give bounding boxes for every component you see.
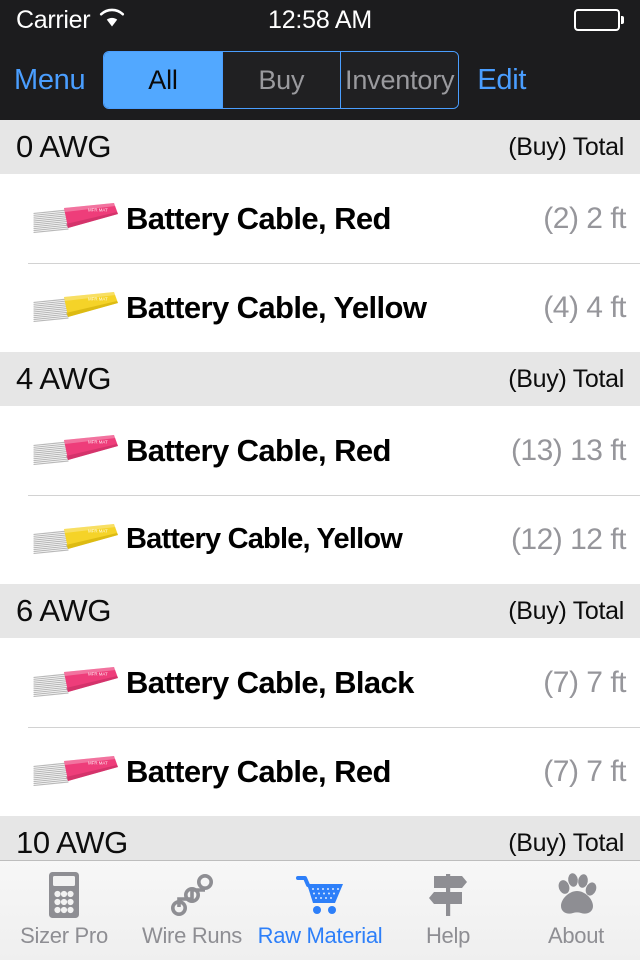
section-header: 0 AWG (Buy) Total <box>0 120 640 174</box>
tab-label: Help <box>425 923 471 948</box>
row-title: Battery Cable, Red <box>126 200 391 236</box>
menu-button[interactable]: Menu <box>14 64 86 97</box>
svg-text:MFR MAT: MFR MAT <box>88 296 108 301</box>
row-quantity: (2) 2 ft <box>543 201 626 235</box>
section-title: 4 AWG <box>16 361 112 396</box>
cable-red-icon: MFR MAT <box>28 661 122 705</box>
svg-text:MFR MAT: MFR MAT <box>88 439 108 444</box>
section-header: 4 AWG (Buy) Total <box>0 352 640 406</box>
table-row[interactable]: MFR MAT Battery Cable, Red (13) 13 ft <box>0 406 640 495</box>
tab-sizer-pro[interactable]: Sizer Pro <box>0 861 128 949</box>
section-buy-total-label: (Buy) Total <box>508 364 624 393</box>
tab-label: Sizer Pro <box>20 923 108 948</box>
section-title: 6 AWG <box>16 593 112 628</box>
filter-segmented-control[interactable]: All Buy Inventory <box>103 51 460 109</box>
cable-red-icon: MFR MAT <box>28 197 122 241</box>
segment-all[interactable]: All <box>104 52 223 108</box>
section-title: 0 AWG <box>16 129 112 164</box>
section-buy-total-label: (Buy) Total <box>508 132 624 161</box>
row-quantity: (13) 13 ft <box>510 433 627 467</box>
segment-buy[interactable]: Buy <box>222 52 341 108</box>
table-row[interactable]: MFR MAT Battery Cable, Yellow (4) 4 ft <box>0 263 640 352</box>
calculator-icon <box>38 870 90 920</box>
section-buy-total-label: (Buy) Total <box>508 596 624 625</box>
row-title: Battery Cable, Red <box>126 432 391 468</box>
cable-red-icon: MFR MAT <box>28 429 122 473</box>
section-header: 6 AWG (Buy) Total <box>0 584 640 638</box>
app-root: Carrier 12:58 AM Menu All Buy Inventory … <box>0 0 640 960</box>
tab-about[interactable]: About <box>512 861 640 949</box>
battery-full-icon <box>573 9 624 31</box>
tab-label: Raw Material <box>257 923 383 948</box>
status-bar-left: Carrier <box>16 6 125 35</box>
tab-raw-material[interactable]: Raw Material <box>256 861 384 949</box>
status-bar-right <box>573 9 624 31</box>
raw-material-list[interactable]: 0 AWG (Buy) Total MFR MAT Battery Cable, … <box>0 120 640 860</box>
section-title: 10 AWG <box>16 825 128 860</box>
section-buy-total-label: (Buy) Total <box>508 828 624 857</box>
table-row[interactable]: MFR MAT Battery Cable, Red (2) 2 ft <box>0 174 640 263</box>
edit-button[interactable]: Edit <box>477 64 526 97</box>
wire-runs-icon <box>166 870 218 920</box>
table-row[interactable]: MFR MAT Battery Cable, Yellow (12) 12 ft <box>0 495 640 584</box>
segment-inventory[interactable]: Inventory <box>341 52 459 108</box>
row-quantity: (4) 4 ft <box>543 290 626 324</box>
status-bar: Carrier 12:58 AM <box>0 0 640 40</box>
tab-help[interactable]: Help <box>384 861 512 949</box>
row-title: Battery Cable, Yellow <box>126 523 403 555</box>
svg-text:MFR MAT: MFR MAT <box>88 207 108 212</box>
table-row[interactable]: MFR MAT Battery Cable, Red (7) 7 ft <box>0 727 640 816</box>
cable-red-icon: MFR MAT <box>28 750 122 794</box>
tab-bar: Sizer Pro Wire Runs Raw Material Help About <box>0 860 640 960</box>
paw-print-icon <box>550 870 602 920</box>
carrier-label: Carrier <box>16 5 91 34</box>
cable-yellow-icon: MFR MAT <box>28 518 122 562</box>
table-row[interactable]: MFR MAT Battery Cable, Black (7) 7 ft <box>0 638 640 727</box>
row-quantity: (12) 12 ft <box>510 522 627 556</box>
row-title: Battery Cable, Black <box>126 664 414 700</box>
row-title: Battery Cable, Yellow <box>126 289 427 325</box>
tab-wire-runs[interactable]: Wire Runs <box>128 861 256 949</box>
section-header: 10 AWG (Buy) Total <box>0 816 640 860</box>
svg-text:MFR MAT: MFR MAT <box>88 671 108 676</box>
tab-label: Wire Runs <box>142 923 242 948</box>
svg-text:MFR MAT: MFR MAT <box>88 760 108 765</box>
row-quantity: (7) 7 ft <box>543 665 626 699</box>
signpost-icon <box>422 870 474 920</box>
navigation-bar: Menu All Buy Inventory Edit <box>0 40 640 120</box>
wifi-icon <box>99 8 125 33</box>
svg-text:MFR MAT: MFR MAT <box>88 528 108 533</box>
row-quantity: (7) 7 ft <box>543 754 626 788</box>
shopping-cart-icon <box>294 870 346 920</box>
row-title: Battery Cable, Red <box>126 753 391 789</box>
cable-yellow-icon: MFR MAT <box>28 286 122 330</box>
tab-label: About <box>548 923 604 948</box>
